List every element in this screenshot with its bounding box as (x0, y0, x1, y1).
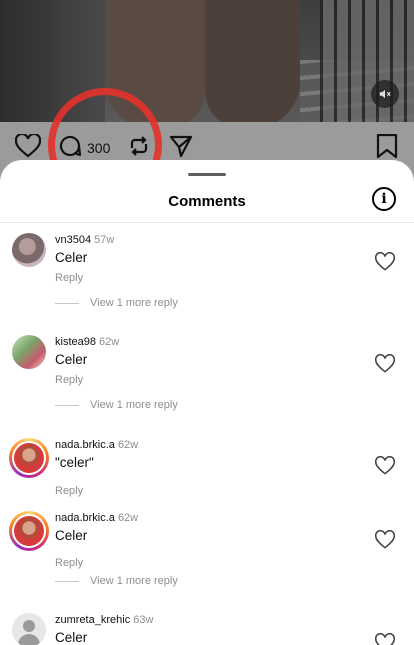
avatar (14, 516, 44, 546)
comment-username[interactable]: zumreta_krehic (55, 614, 130, 626)
header-divider (0, 222, 414, 223)
avatar[interactable] (12, 233, 46, 267)
like-heart-icon[interactable] (15, 134, 41, 158)
view-more-replies[interactable]: View 1 more reply (55, 297, 178, 309)
avatar[interactable] (12, 613, 46, 645)
info-icon[interactable]: i (372, 187, 396, 211)
comment-time: 62w (98, 336, 120, 348)
send-icon[interactable] (169, 134, 193, 158)
bookmark-icon[interactable] (376, 134, 398, 158)
avatar-story-ring[interactable] (9, 511, 49, 551)
comment-text: "celer" (55, 455, 94, 470)
view-more-replies-label: View 1 more reply (90, 575, 178, 587)
comment-text: Celer (55, 352, 88, 367)
avatar-story-ring[interactable] (9, 438, 49, 478)
view-more-replies-label: View 1 more reply (90, 297, 178, 309)
comment-time: 57w (94, 234, 115, 246)
avatar[interactable] (12, 335, 46, 369)
comment-like-heart-icon[interactable] (375, 633, 395, 645)
comment-like-heart-icon[interactable] (375, 456, 395, 476)
reply-button[interactable]: Reply (55, 272, 83, 284)
comment-like-heart-icon[interactable] (375, 252, 395, 272)
comment-time: 62w (117, 512, 139, 524)
comment-username[interactable]: vn3504 (55, 234, 91, 246)
view-more-replies[interactable]: View 1 more reply (55, 399, 178, 411)
mute-button[interactable] (371, 80, 399, 108)
comment-text: Celer (55, 528, 88, 543)
comments-sheet: Comments i vn3504 57w Celer Reply View 1 … (0, 160, 414, 645)
reply-button[interactable]: Reply (55, 485, 83, 497)
post-video[interactable] (0, 0, 414, 130)
comment-like-heart-icon[interactable] (375, 530, 395, 550)
comment-text: Celer (55, 250, 88, 265)
sheet-title: Comments (168, 193, 246, 210)
reply-button[interactable]: Reply (55, 374, 83, 386)
comment-time: 63w (133, 614, 154, 626)
comment-username[interactable]: nada.brkic.a (55, 512, 115, 524)
view-more-replies[interactable]: View 1 more reply (55, 575, 178, 587)
mute-icon (379, 89, 391, 99)
view-more-replies-label: View 1 more reply (90, 399, 178, 411)
comment-like-heart-icon[interactable] (375, 354, 395, 374)
comment-username[interactable]: nada.brkic.a (55, 439, 115, 451)
reply-button[interactable]: Reply (55, 557, 83, 569)
comment-time: 62w (117, 439, 139, 451)
comment-text: Celer (55, 630, 88, 645)
comment-username[interactable]: kistea98 (55, 336, 96, 348)
sheet-grabber[interactable] (188, 173, 226, 176)
avatar (14, 443, 44, 473)
